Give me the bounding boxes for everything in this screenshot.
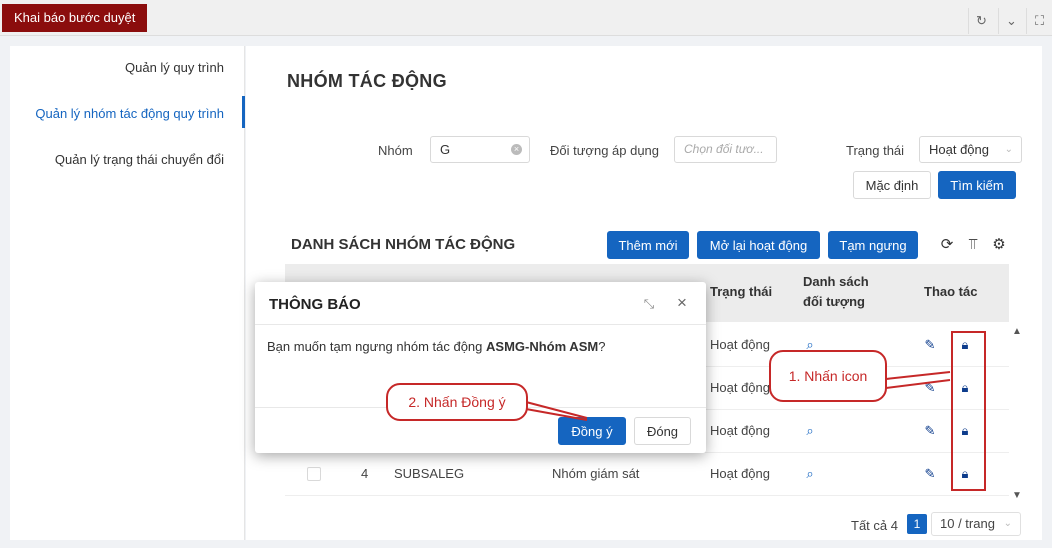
- callout-step-2: 2. Nhấn Đồng ý: [386, 383, 528, 421]
- annotation-arrows: [525, 371, 951, 421]
- arrow-line-1b: [885, 379, 951, 389]
- callout-step-1: 1. Nhấn icon: [769, 350, 887, 402]
- arrow-line-1a: [885, 371, 951, 380]
